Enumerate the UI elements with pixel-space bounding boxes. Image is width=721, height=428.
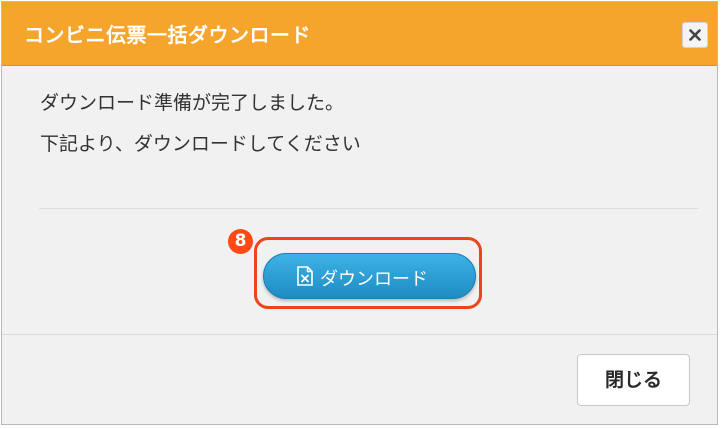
footer-divider — [2, 334, 717, 335]
download-dialog: コンビニ伝票一括ダウンロード ダウンロード準備が完了しました。 下記より、ダウン… — [1, 1, 718, 425]
close-button[interactable] — [682, 22, 708, 48]
content-divider — [39, 208, 699, 209]
instruction-message: 下記より、ダウンロードしてください — [40, 133, 361, 155]
download-button-label: ダウンロード — [320, 269, 428, 290]
close-icon — [689, 29, 701, 41]
ready-message: ダウンロード準備が完了しました。 — [40, 92, 345, 114]
excel-file-icon — [297, 266, 313, 286]
step-marker: 8 — [228, 229, 253, 254]
close-dialog-button[interactable]: 閉じる — [577, 354, 690, 406]
download-button[interactable]: ダウンロード — [263, 253, 476, 299]
dialog-header: コンビニ伝票一括ダウンロード — [2, 2, 717, 66]
dialog-title: コンビニ伝票一括ダウンロード — [24, 23, 311, 47]
